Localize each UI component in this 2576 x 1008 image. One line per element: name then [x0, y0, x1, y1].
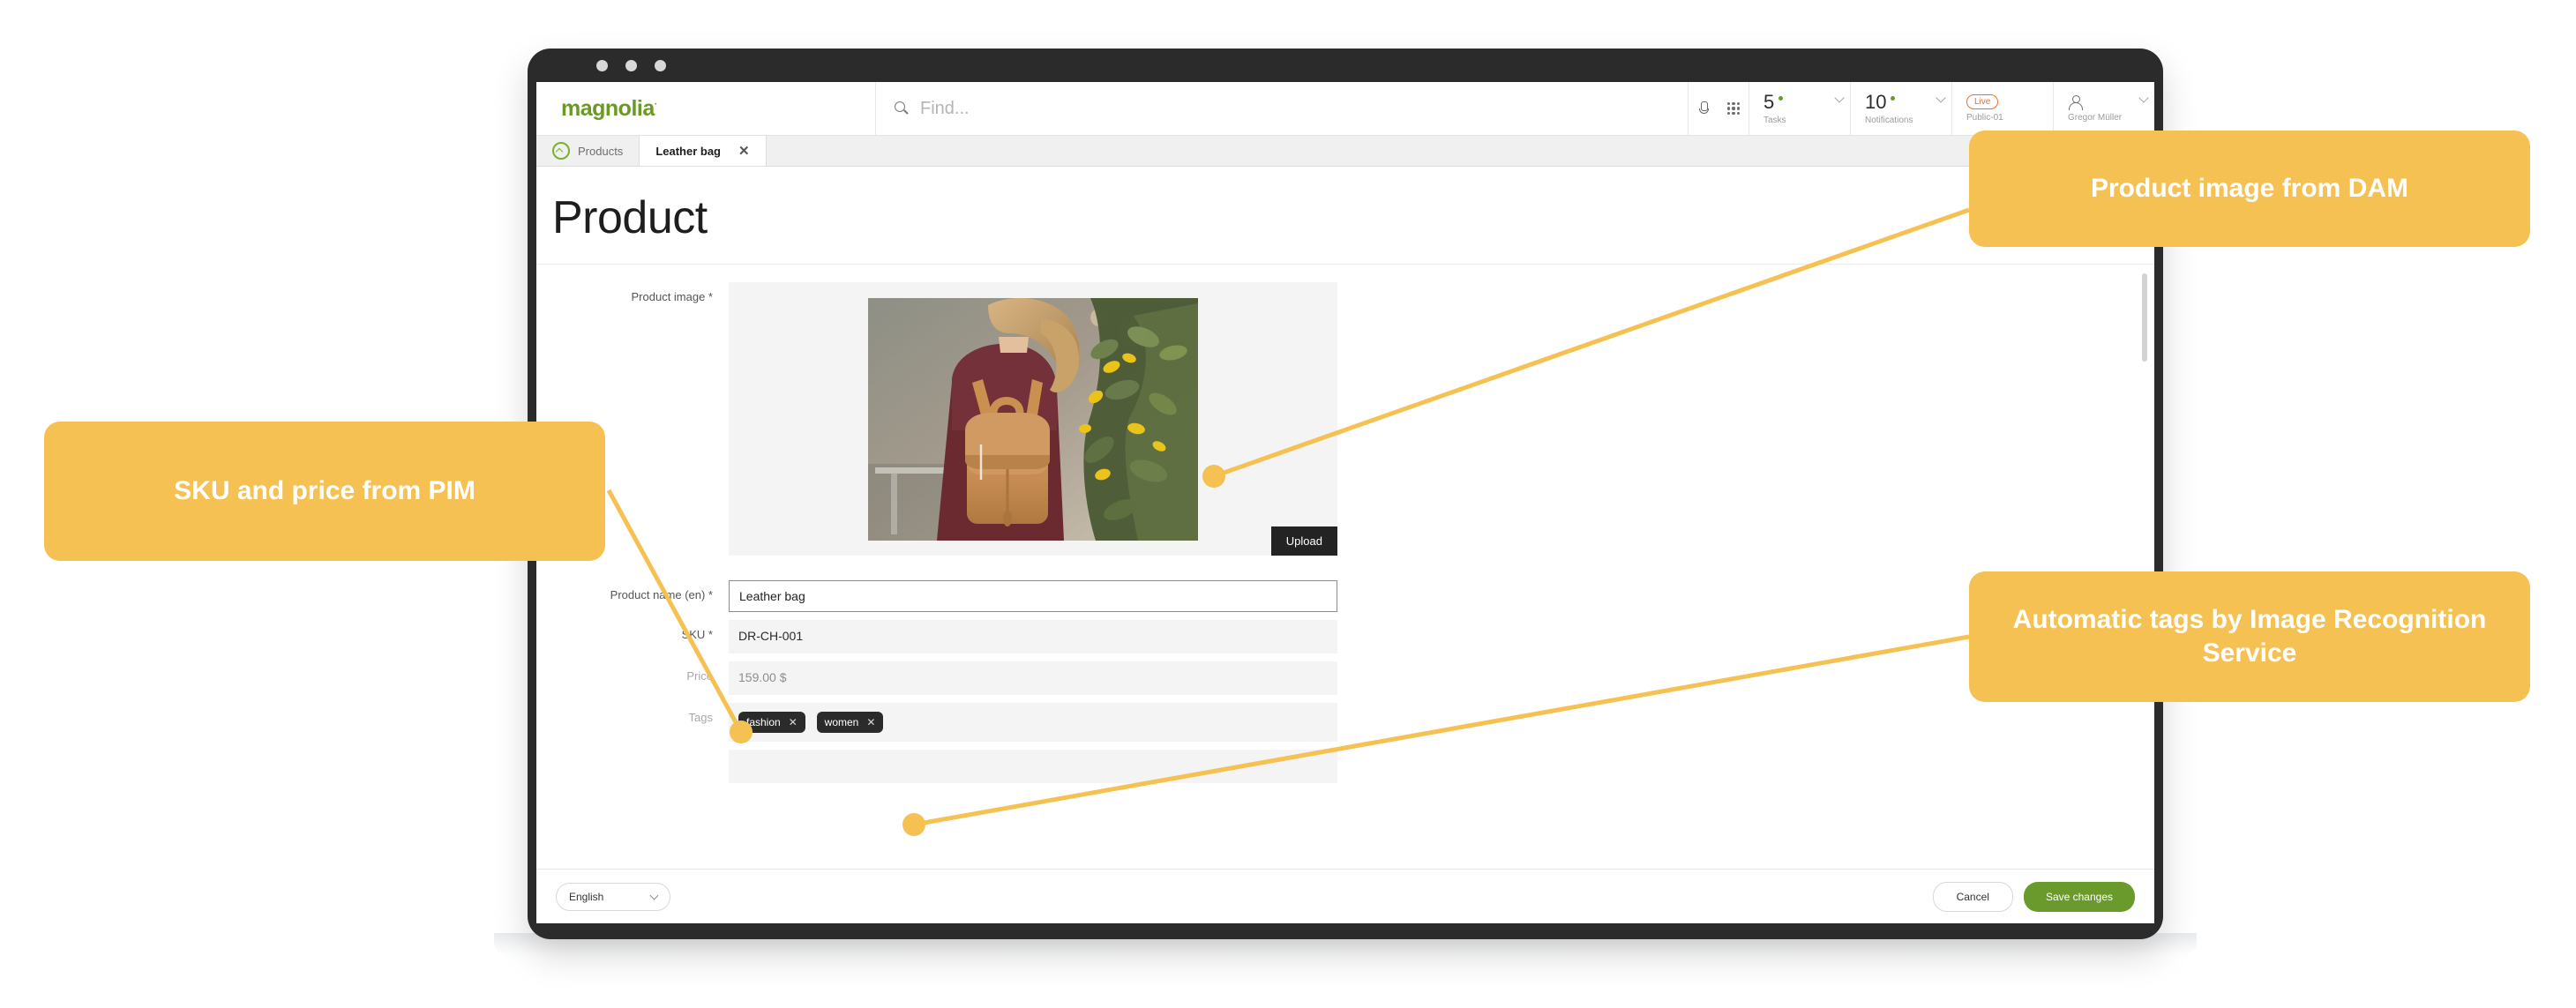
window-dot-1[interactable] — [596, 59, 608, 71]
callout-product-image-dam: Product image from DAM — [1969, 131, 2530, 247]
price-field: 159.00 $ — [729, 661, 1337, 695]
global-search[interactable] — [876, 82, 1689, 135]
logo-registered-mark: · — [654, 99, 658, 110]
price-label: Price — [686, 669, 713, 683]
microphone-icon — [1699, 101, 1709, 116]
laptop-frame: magnolia· Find... 5 Tasks 10 Notificatio… — [528, 49, 2163, 939]
logo-text: magnolia· — [561, 95, 658, 121]
chevron-down-icon — [649, 891, 659, 900]
voice-search-button[interactable] — [1689, 82, 1719, 135]
magnolia-app-window: magnolia· Find... 5 Tasks 10 Notificatio… — [536, 82, 2154, 923]
product-image-label: Product image * — [631, 290, 714, 303]
app-grid-icon — [1727, 102, 1740, 115]
sku-label: SKU * — [681, 628, 713, 641]
user-name: Gregor Müller — [2068, 112, 2123, 123]
product-photo — [868, 297, 1198, 541]
image-dropzone[interactable]: Upload — [729, 282, 1337, 556]
user-menu[interactable]: Gregor Müller — [2053, 82, 2154, 135]
footer-actions: Cancel Save changes — [1932, 881, 2135, 912]
notifications-count: 10 — [1865, 90, 1887, 113]
tag-chip[interactable]: women ✕ — [816, 712, 884, 733]
form-row-next-partial — [536, 750, 2154, 783]
tab-bar: Products Leather bag ✕ — [536, 136, 2154, 167]
tags-label: Tags — [688, 711, 713, 724]
app-launcher-button[interactable] — [1719, 82, 1749, 135]
detail-view: Product Product image * Upload Product n… — [536, 167, 2154, 923]
tab-products[interactable]: Products — [536, 136, 640, 166]
form-row-tags: Tags fashion ✕ women ✕ — [536, 703, 2154, 742]
sku-value: DR-CH-001 — [729, 620, 1337, 653]
save-changes-button[interactable]: Save changes — [2023, 881, 2135, 912]
tasks-status-dot — [1778, 96, 1784, 101]
remove-tag-icon[interactable]: ✕ — [866, 716, 875, 728]
page-title: Product — [536, 167, 2154, 265]
cancel-button[interactable]: Cancel — [1932, 881, 2013, 912]
notifications-label: Notifications — [1865, 115, 1913, 125]
next-field-label — [536, 750, 729, 758]
tags-container[interactable]: fashion ✕ women ✕ — [729, 703, 1337, 742]
app-topbar: magnolia· Find... 5 Tasks 10 Notificatio… — [536, 82, 2154, 136]
next-field-value — [729, 750, 1337, 783]
tags-field[interactable]: fashion ✕ women ✕ — [729, 703, 1337, 742]
sku-field: DR-CH-001 — [729, 620, 1337, 653]
window-dot-3[interactable] — [655, 59, 666, 71]
language-select[interactable]: English — [556, 882, 670, 911]
tag-label: women — [824, 716, 859, 728]
tag-label: fashion — [746, 716, 781, 728]
magnolia-circle-icon — [552, 142, 570, 160]
scrollbar-thumb[interactable] — [2142, 273, 2147, 362]
product-photo-svg — [868, 297, 1198, 541]
price-value: 159.00 $ — [729, 661, 1337, 695]
tasks-label: Tasks — [1764, 115, 1786, 125]
next-field — [729, 750, 1337, 783]
language-value: English — [569, 890, 604, 903]
form-row-product-name: Product name (en) * — [536, 580, 2154, 612]
status-badge: Live — [1966, 94, 1999, 109]
browser-titlebar — [528, 49, 2163, 82]
tasks-count: 5 — [1764, 90, 1775, 113]
form-row-product-image: Product image * Upload — [536, 282, 2154, 556]
callout-automatic-tags: Automatic tags by Image Recognition Serv… — [1969, 571, 2530, 702]
notifications-status-dot — [1891, 96, 1896, 101]
form-row-sku: SKU * DR-CH-001 — [536, 620, 2154, 653]
instance-status[interactable]: Live Public-01 — [1951, 82, 2053, 135]
user-avatar-icon — [2068, 94, 2083, 110]
callout-sku-price-pim: SKU and price from PIM — [44, 422, 605, 561]
window-dot-2[interactable] — [625, 59, 637, 71]
upload-button[interactable]: Upload — [1270, 526, 1337, 556]
form-row-price: Price 159.00 $ — [536, 661, 2154, 695]
form-area: Product image * Upload Product name (en)… — [536, 265, 2154, 869]
remove-tag-icon[interactable]: ✕ — [789, 716, 798, 728]
product-name-field[interactable] — [729, 580, 1337, 612]
search-input[interactable] — [918, 97, 1187, 120]
product-name-label: Product name (en) * — [610, 588, 713, 601]
product-image-field[interactable]: Upload — [729, 282, 1337, 556]
tab-products-label: Products — [578, 144, 624, 158]
form-footer: English Cancel Save changes — [536, 869, 2154, 923]
tab-leather-bag[interactable]: Leather bag ✕ — [640, 136, 767, 166]
tasks-menu[interactable]: 5 Tasks — [1749, 82, 1850, 135]
close-icon[interactable]: ✕ — [738, 145, 750, 158]
topbar-tools: 5 Tasks 10 Notifications Live Public-01 … — [1689, 82, 2154, 135]
tab-leather-bag-label: Leather bag — [655, 144, 721, 158]
magnolia-logo[interactable]: magnolia· — [536, 82, 876, 135]
notifications-menu[interactable]: 10 Notifications — [1850, 82, 1951, 135]
tag-chip[interactable]: fashion ✕ — [738, 712, 805, 733]
instance-label: Public-01 — [1966, 113, 2003, 123]
product-name-input[interactable] — [729, 580, 1337, 612]
search-icon — [894, 101, 910, 116]
